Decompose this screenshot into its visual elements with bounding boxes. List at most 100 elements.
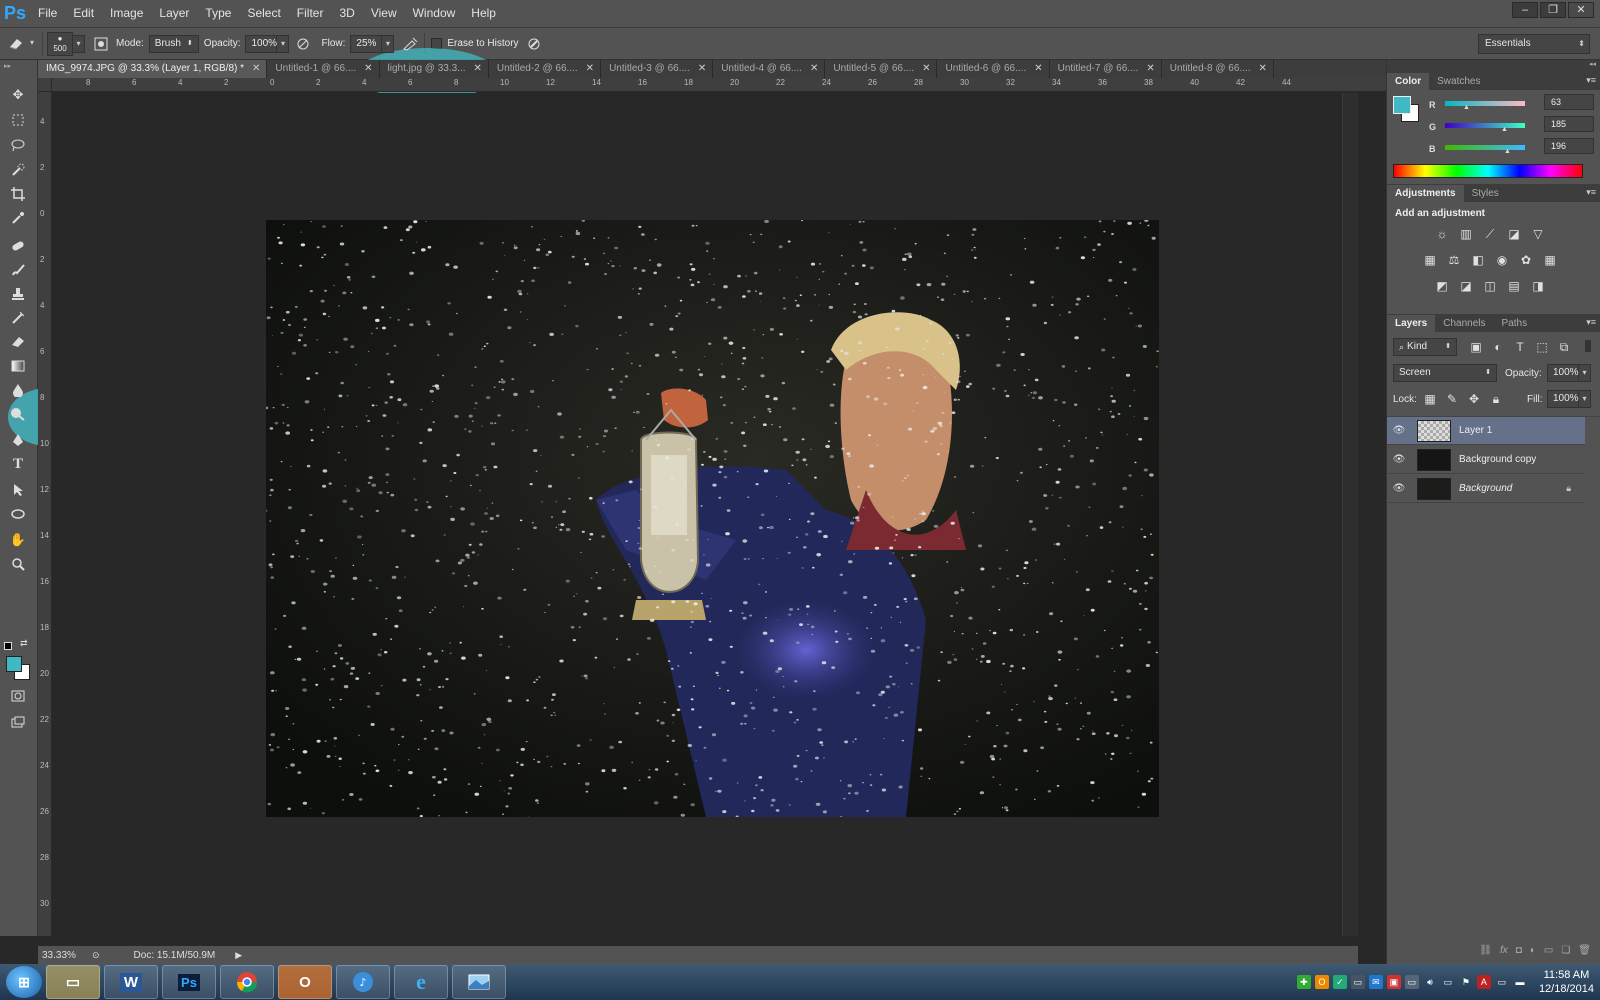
visibility-eye-icon[interactable]: 👁︎ — [1387, 454, 1411, 465]
blue-slider[interactable]: ▲ — [1445, 140, 1525, 155]
panel-menu-icon[interactable]: ▾≡ — [1586, 75, 1596, 86]
document-image[interactable] — [266, 220, 1159, 817]
panel-menu-icon[interactable]: ▾≡ — [1586, 317, 1596, 328]
black-white-icon[interactable]: ◧ — [1469, 252, 1487, 268]
delete-layer-icon[interactable]: 🗑︎ — [1578, 945, 1591, 956]
menu-filter[interactable]: Filter — [289, 0, 332, 27]
link-layers-icon[interactable]: ⛓︎ — [1479, 945, 1492, 956]
pressure-opacity-icon[interactable] — [293, 34, 313, 54]
color-lookup-icon[interactable]: ▦ — [1541, 252, 1559, 268]
photoshop-icon[interactable]: Ps — [162, 965, 216, 999]
brush-size-picker[interactable]: ● 500 — [47, 31, 73, 56]
red-slider[interactable]: ▲ — [1445, 96, 1525, 111]
layer-row[interactable]: 👁︎ Background 🔒︎ — [1387, 475, 1585, 503]
layer-name[interactable]: Background copy — [1459, 454, 1536, 465]
lasso-tool-icon[interactable] — [7, 135, 29, 155]
layer-name[interactable]: Background — [1459, 483, 1512, 494]
new-layer-icon[interactable]: ❏ — [1561, 945, 1570, 956]
gradient-triangle-icon[interactable]: ▽ — [1529, 226, 1547, 242]
close-icon[interactable]: ✕ — [364, 60, 372, 78]
color-balance-icon[interactable]: ⚖ — [1445, 252, 1463, 268]
menu-3d[interactable]: 3D — [331, 0, 362, 27]
green-value-input[interactable]: 185 — [1544, 116, 1594, 132]
workspace-select[interactable]: Essentials ⬍ — [1478, 34, 1590, 54]
tray-acrobat-icon[interactable]: A — [1476, 975, 1491, 989]
horizontal-ruler[interactable]: 8 6 4 2 0 2 4 6 8 10 12 14 16 18 20 22 24 26 28 30 32 34 36 38 4… — [52, 78, 1386, 92]
menu-layer[interactable]: Layer — [151, 0, 197, 27]
levels-icon[interactable]: ▥ — [1457, 226, 1475, 242]
menu-select[interactable]: Select — [239, 0, 288, 27]
mode-select[interactable]: Brush ⬍ — [148, 34, 199, 53]
layer-row[interactable]: 👁︎ Background copy — [1387, 446, 1585, 474]
menu-edit[interactable]: Edit — [65, 0, 102, 27]
document-tab[interactable]: Untitled-6 @ 66.... ✕ — [937, 60, 1050, 78]
tray-office-icon[interactable]: O — [1314, 975, 1329, 989]
fill-input[interactable]: 100% — [1547, 390, 1579, 408]
pen-tool-icon[interactable] — [7, 430, 29, 450]
filter-shape-icon[interactable]: ⬚ — [1533, 339, 1551, 355]
tray-display-icon[interactable]: ▭ — [1441, 975, 1455, 989]
tab-layers[interactable]: Layers — [1387, 315, 1436, 332]
airbrush-icon[interactable] — [400, 34, 420, 54]
tray-check-icon[interactable]: ✓ — [1332, 975, 1347, 989]
tool-preset-dropdown[interactable]: ▾ — [26, 35, 38, 53]
close-icon[interactable]: ✕ — [252, 60, 260, 78]
clone-stamp-tool-icon[interactable] — [7, 284, 29, 304]
restore-button[interactable]: ❐ — [1540, 2, 1566, 18]
system-clock[interactable]: 11:58 AM 12/18/2014 — [1539, 968, 1594, 996]
layer-opacity-dropdown[interactable]: ▾ — [1579, 364, 1591, 382]
filter-adjustment-icon[interactable]: ◐ — [1489, 339, 1507, 355]
tab-paths[interactable]: Paths — [1494, 315, 1536, 332]
blur-tool-icon[interactable] — [7, 380, 29, 400]
selective-color-icon[interactable]: ◨ — [1529, 278, 1547, 294]
color-spectrum-bar[interactable] — [1393, 164, 1583, 178]
ellipse-tool-icon[interactable] — [7, 504, 29, 524]
document-tab[interactable]: Untitled-7 @ 66.... ✕ — [1050, 60, 1162, 78]
tray-trash-icon[interactable]: ▬ — [1513, 975, 1527, 989]
quick-selection-tool-icon[interactable] — [7, 160, 29, 180]
tray-network-icon[interactable]: ▣ — [1386, 975, 1401, 989]
document-tab[interactable]: Untitled-4 @ 66.... ✕ — [713, 60, 826, 78]
tray-window-icon[interactable]: ▭ — [1404, 975, 1419, 989]
screen-mode-icon[interactable] — [7, 712, 29, 732]
menu-file[interactable]: File — [30, 0, 65, 27]
close-icon[interactable]: ✕ — [1259, 60, 1267, 78]
flow-dropdown[interactable]: ▾ — [382, 34, 395, 53]
hand-tool-icon[interactable]: ✋ — [7, 530, 29, 550]
explorer-icon[interactable]: ▭ — [46, 965, 100, 999]
gradient-map-icon[interactable]: ▤ — [1505, 278, 1523, 294]
spot-healing-tool-icon[interactable] — [7, 236, 29, 256]
filter-type-icon[interactable]: T — [1511, 339, 1529, 355]
close-icon[interactable]: ✕ — [698, 60, 706, 78]
status-menu-arrow-icon[interactable]: ▶ — [235, 950, 242, 961]
minimize-button[interactable]: – — [1512, 2, 1538, 18]
brightness-icon[interactable]: ☼ — [1433, 226, 1451, 242]
eraser-tool-preset-icon[interactable] — [6, 34, 26, 54]
threshold-icon[interactable]: ◫ — [1481, 278, 1499, 294]
close-button[interactable]: ✕ — [1568, 2, 1594, 18]
default-colors-icon[interactable] — [4, 642, 12, 650]
tray-green-icon[interactable]: ✚ — [1296, 975, 1311, 989]
posterize-icon[interactable]: ◪ — [1457, 278, 1475, 294]
zoom-level[interactable]: 33.33% — [42, 950, 84, 961]
menu-image[interactable]: Image — [102, 0, 151, 27]
tray-action-icon[interactable]: ▭ — [1495, 975, 1509, 989]
menu-view[interactable]: View — [363, 0, 405, 27]
fill-dropdown[interactable]: ▾ — [1579, 390, 1591, 408]
itunes-icon[interactable]: ♪ — [336, 965, 390, 999]
tray-outlook-icon[interactable]: ✉ — [1368, 975, 1383, 989]
kind-filter-select[interactable]: ⌕ Kind ⬍ — [1393, 338, 1457, 356]
move-tool-icon[interactable]: ✥ — [7, 85, 29, 105]
eyedropper-tool-icon[interactable] — [7, 208, 29, 228]
filter-pixel-icon[interactable]: ▣ — [1467, 339, 1485, 355]
opacity-dropdown[interactable]: ▾ — [277, 34, 290, 53]
filter-toggle[interactable] — [1585, 340, 1591, 352]
photo-viewer-icon[interactable] — [452, 965, 506, 999]
document-tab[interactable]: Untitled-3 @ 66.... ✕ — [601, 60, 714, 78]
filter-smart-object-icon[interactable]: ⧉ — [1555, 339, 1573, 355]
brush-tool-icon[interactable] — [7, 260, 29, 280]
volume-icon[interactable]: 🔊︎ — [1423, 975, 1437, 989]
green-slider[interactable]: ▲ — [1445, 118, 1525, 133]
visibility-eye-icon[interactable]: 👁︎ — [1387, 483, 1411, 494]
pressure-size-icon[interactable] — [524, 34, 544, 54]
